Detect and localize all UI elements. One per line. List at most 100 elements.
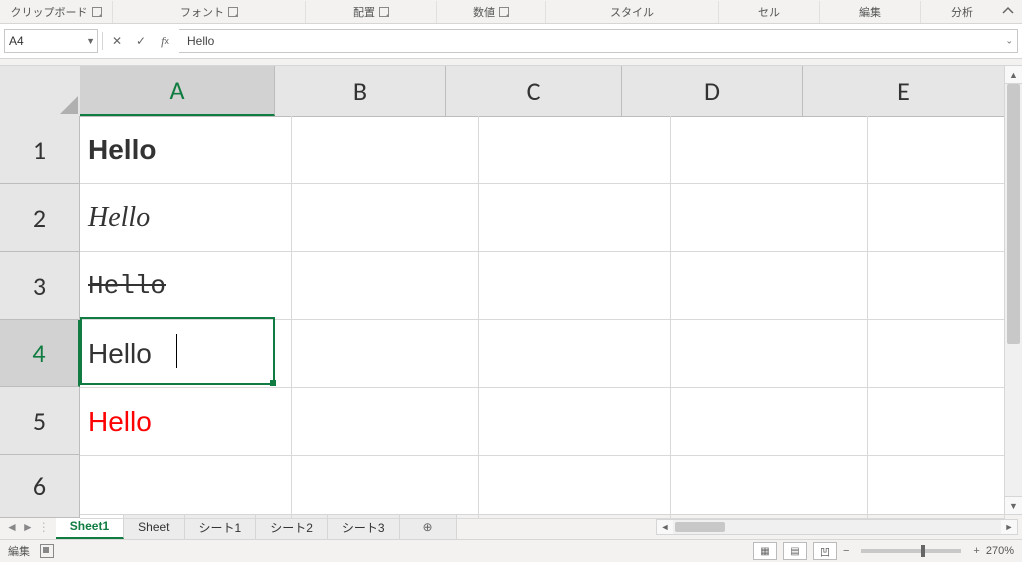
formula-input[interactable]: Hello ⌄ (179, 29, 1018, 53)
cell-E6[interactable] (868, 456, 1005, 518)
cell-B5[interactable] (292, 388, 479, 455)
cell-row: Hello (80, 252, 1005, 320)
cell-C6[interactable] (479, 456, 671, 518)
ribbon-group-bar: クリップボード フォント 配置 数値 スタイル セル 編集 分析 (0, 0, 1022, 24)
row-header-label: 4 (32, 337, 45, 369)
cell-E2[interactable] (868, 184, 1005, 251)
cell-B6[interactable] (292, 456, 479, 518)
cells-area[interactable]: Hello Hello Hello Hello (80, 116, 1005, 514)
column-header-D[interactable]: D (622, 66, 803, 116)
cell-A2[interactable]: Hello (80, 184, 292, 251)
cell-C3[interactable] (479, 252, 671, 319)
row-header-2[interactable]: 2 (0, 184, 80, 252)
ribbon-group-font[interactable]: フォント (113, 1, 306, 23)
cell-B2[interactable] (292, 184, 479, 251)
status-bar: 編集 ▦ ▤ 凹 − + 270% (0, 539, 1022, 562)
sheet-tab-label: シート1 (199, 519, 242, 536)
cell-B1[interactable] (292, 116, 479, 183)
column-header-E[interactable]: E (803, 66, 1005, 116)
cell-C5[interactable] (479, 388, 671, 455)
cell-C2[interactable] (479, 184, 671, 251)
chevron-down-icon[interactable]: ▼ (86, 36, 95, 46)
row-header-3[interactable]: 3 (0, 252, 80, 320)
cell-C1[interactable] (479, 116, 671, 183)
fx-icon[interactable]: fx (155, 30, 175, 52)
cell-A1[interactable]: Hello (80, 116, 292, 183)
cell-A4[interactable]: Hello (80, 320, 292, 387)
ribbon-group-clipboard[interactable]: クリップボード (0, 1, 113, 23)
cell-D2[interactable] (671, 184, 868, 251)
tab-nav-prev-icon[interactable]: ◄ (6, 520, 18, 534)
view-page-break-icon[interactable]: 凹 (813, 542, 837, 560)
scroll-left-icon[interactable]: ◄ (657, 520, 673, 534)
cell-D5[interactable] (671, 388, 868, 455)
cell-A5[interactable]: Hello (80, 388, 292, 455)
cell-E5[interactable] (868, 388, 1005, 455)
tab-nav-next-icon[interactable]: ► (22, 520, 34, 534)
ribbon-group-label: フォント (180, 4, 224, 20)
zoom-in-button[interactable]: + (973, 545, 979, 557)
cell-C4[interactable] (479, 320, 671, 387)
ribbon-group-analysis[interactable]: 分析 (921, 1, 1003, 23)
cell-D6[interactable] (671, 456, 868, 518)
column-header-label: C (527, 75, 541, 107)
vertical-scrollbar[interactable]: ▲ ▼ (1004, 66, 1022, 514)
zoom-level[interactable]: 270% (986, 545, 1014, 557)
ribbon-group-label: 編集 (859, 4, 881, 20)
name-box-value: A4 (9, 34, 24, 48)
scroll-thumb[interactable] (1007, 84, 1020, 344)
cell-B3[interactable] (292, 252, 479, 319)
cell-A3[interactable]: Hello (80, 252, 292, 319)
column-header-C[interactable]: C (446, 66, 622, 116)
macro-record-icon[interactable] (40, 544, 54, 558)
enter-check-icon[interactable]: ✓ (131, 30, 151, 52)
scroll-thumb[interactable] (675, 522, 725, 532)
row-header-5[interactable]: 5 (0, 387, 80, 455)
ribbon-group-style[interactable]: スタイル (546, 1, 719, 23)
select-all-corner[interactable] (0, 66, 81, 117)
cell-A6[interactable] (80, 456, 292, 518)
collapse-ribbon-icon[interactable] (1002, 6, 1014, 16)
row-header-4[interactable]: 4 (0, 320, 80, 387)
spacer (0, 59, 1022, 66)
cell-E3[interactable] (868, 252, 1005, 319)
cell-D1[interactable] (671, 116, 868, 183)
cell-value: Hello (88, 134, 156, 166)
cell-value: Hello (88, 271, 166, 301)
tab-nav: ◄ ► ⋮ (0, 515, 56, 539)
cell-E4[interactable] (868, 320, 1005, 387)
row-header-label: 1 (33, 134, 46, 166)
ribbon-group-alignment[interactable]: 配置 (306, 1, 437, 23)
scroll-up-icon[interactable]: ▲ (1005, 66, 1022, 84)
dialog-launcher-icon[interactable] (379, 7, 389, 17)
view-normal-icon[interactable]: ▦ (753, 542, 777, 560)
column-header-A[interactable]: A (80, 66, 275, 116)
name-box[interactable]: A4 ▼ (4, 29, 98, 53)
ribbon-group-label: セル (758, 4, 780, 20)
cell-E1[interactable] (868, 116, 1005, 183)
zoom-slider[interactable] (861, 549, 961, 553)
cell-B4[interactable] (292, 320, 479, 387)
row-header-6[interactable]: 6 (0, 455, 80, 518)
cell-value: Hello (88, 202, 150, 234)
row-header-1[interactable]: 1 (0, 116, 80, 184)
cell-row: Hello (80, 184, 1005, 252)
ribbon-group-number[interactable]: 数値 (437, 1, 546, 23)
ribbon-group-edit[interactable]: 編集 (820, 1, 921, 23)
cell-row: Hello (80, 388, 1005, 456)
cancel-x-icon[interactable]: ✕ (107, 30, 127, 52)
dialog-launcher-icon[interactable] (92, 7, 102, 17)
ribbon-group-cell[interactable]: セル (719, 1, 820, 23)
cell-D3[interactable] (671, 252, 868, 319)
expand-formula-icon[interactable]: ⌄ (1005, 36, 1013, 47)
dialog-launcher-icon[interactable] (499, 7, 509, 17)
column-header-B[interactable]: B (275, 66, 446, 116)
view-page-layout-icon[interactable]: ▤ (783, 542, 807, 560)
cell-value: Hello (88, 406, 152, 438)
zoom-out-button[interactable]: − (843, 545, 849, 557)
dialog-launcher-icon[interactable] (228, 7, 238, 17)
formula-bar: A4 ▼ ✕ ✓ fx Hello ⌄ (0, 24, 1022, 59)
cell-D4[interactable] (671, 320, 868, 387)
scroll-right-icon[interactable]: ► (1001, 520, 1017, 534)
scroll-down-icon[interactable]: ▼ (1005, 496, 1022, 514)
